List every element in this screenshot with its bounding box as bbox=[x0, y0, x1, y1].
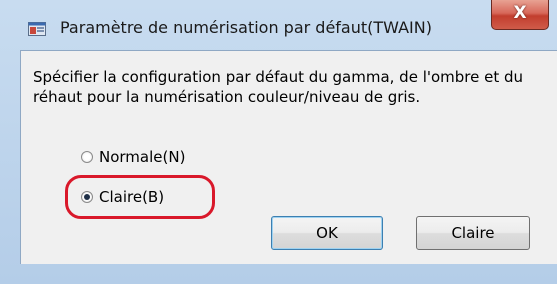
radio-claire-circle[interactable] bbox=[81, 191, 93, 203]
app-icon bbox=[28, 21, 46, 36]
radio-claire-label[interactable]: Claire(B) bbox=[99, 188, 164, 206]
radio-normale-label[interactable]: Normale(N) bbox=[99, 148, 185, 166]
dialog-body: Spécifier la configuration par défaut du… bbox=[20, 50, 557, 264]
radio-normale-circle[interactable] bbox=[81, 151, 93, 163]
dialog-window: Paramètre de numérisation par défaut(TWA… bbox=[0, 0, 557, 284]
claire-button[interactable]: Claire bbox=[416, 216, 530, 250]
window-title: Paramètre de numérisation par défaut(TWA… bbox=[60, 18, 432, 37]
description-text: Spécifier la configuration par défaut du… bbox=[33, 68, 524, 106]
title-bar[interactable]: Paramètre de numérisation par défaut(TWA… bbox=[0, 0, 557, 50]
close-button[interactable]: X bbox=[491, 0, 549, 30]
ok-button[interactable]: OK bbox=[271, 216, 383, 250]
close-icon: X bbox=[513, 3, 527, 23]
